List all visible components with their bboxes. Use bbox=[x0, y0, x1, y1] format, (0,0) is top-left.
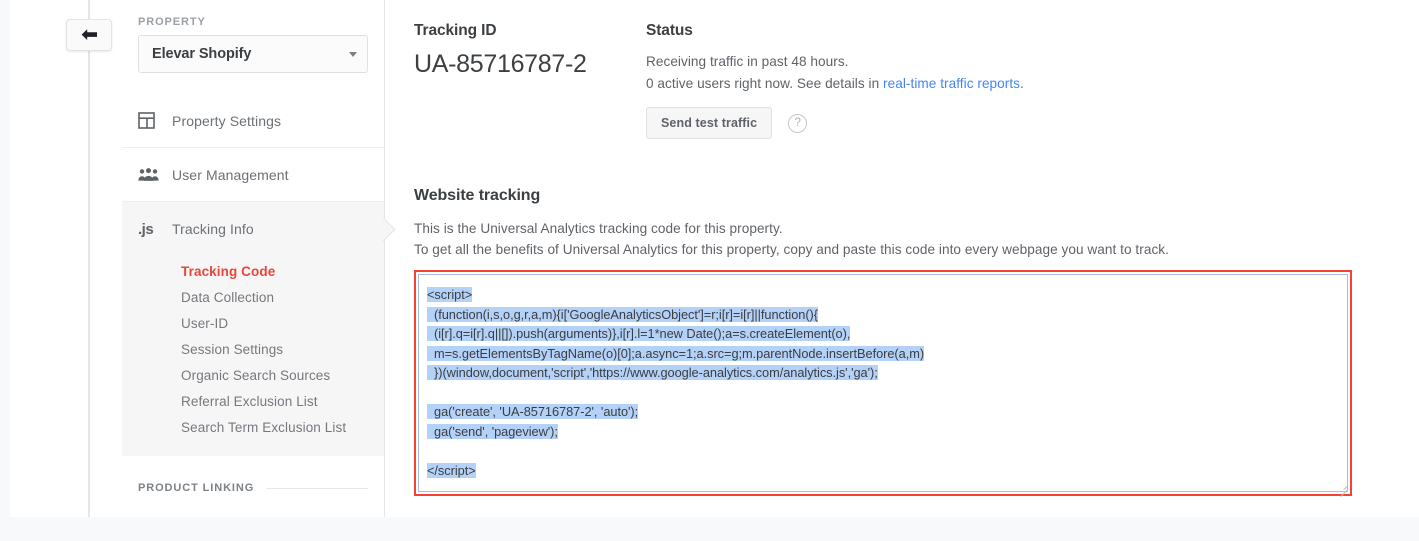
code-line-text: </script> bbox=[427, 462, 476, 478]
sidebar-item-user-management[interactable]: User Management bbox=[122, 148, 384, 202]
sidebar-item-property-settings[interactable]: Property Settings bbox=[122, 94, 384, 148]
status-column: Status Receiving traffic in past 48 hour… bbox=[646, 22, 1419, 139]
status-line-active-users: 0 active users right now. See details in… bbox=[646, 73, 1419, 95]
sidebar-item-label: User Management bbox=[172, 166, 289, 183]
website-tracking-description: This is the Universal Analytics tracking… bbox=[414, 218, 1419, 260]
code-line: ga('send', 'pageview'); bbox=[427, 422, 1335, 442]
divider-line bbox=[266, 487, 368, 489]
js-icon: .js bbox=[138, 220, 154, 238]
sidebar-subnav: Tracking Code Data Collection User-ID Se… bbox=[122, 256, 384, 456]
code-line: m=s.getElementsByTagName(o)[0];a.async=1… bbox=[427, 344, 1335, 364]
tracking-id-column: Tracking ID UA-85716787-2 bbox=[414, 22, 646, 139]
main-content: Tracking ID UA-85716787-2 Status Receivi… bbox=[385, 0, 1419, 517]
code-line: ga('create', 'UA-85716787-2', 'auto'); bbox=[427, 402, 1335, 422]
content-card: PROPERTY Elevar Shopify Property Setting… bbox=[10, 0, 1419, 517]
left-rail-divider bbox=[88, 0, 90, 517]
code-line: (i[r].q=i[r].q||[]).push(arguments)},i[r… bbox=[427, 324, 1335, 344]
sidebar: PROPERTY Elevar Shopify Property Setting… bbox=[122, 0, 385, 517]
code-line-text: })(window,document,'script','https://www… bbox=[427, 365, 878, 380]
status-actions: Send test traffic ? bbox=[646, 107, 1419, 139]
send-test-traffic-button[interactable]: Send test traffic bbox=[646, 107, 773, 139]
back-button[interactable] bbox=[66, 19, 112, 51]
code-line: (function(i,s,o,g,r,a,m){i['GoogleAnalyt… bbox=[427, 305, 1335, 325]
sidebar-subitem-data-collection[interactable]: Data Collection bbox=[122, 284, 384, 310]
sidebar-item-label: Property Settings bbox=[172, 112, 282, 129]
product-linking-group-header: PRODUCT LINKING bbox=[122, 456, 384, 494]
product-linking-label: PRODUCT LINKING bbox=[138, 482, 255, 494]
code-line-text: (i[r].q=i[r].q||[]).push(arguments)},i[r… bbox=[427, 326, 851, 341]
property-section-label: PROPERTY bbox=[138, 16, 206, 28]
code-line: })(window,document,'script','https://www… bbox=[427, 363, 1335, 383]
sidebar-subitem-search-term-exclusion-list[interactable]: Search Term Exclusion List bbox=[122, 414, 384, 440]
property-settings-icon bbox=[138, 112, 172, 129]
property-selector-value: Elevar Shopify bbox=[152, 46, 252, 62]
code-line-text: ga('create', 'UA-85716787-2', 'auto'); bbox=[427, 404, 639, 419]
code-line-text: m=s.getElementsByTagName(o)[0];a.async=1… bbox=[427, 345, 925, 361]
back-arrow-icon bbox=[81, 28, 97, 40]
tracking-id-heading: Tracking ID bbox=[414, 22, 497, 39]
sidebar-item-tracking-info[interactable]: .js Tracking Info bbox=[122, 202, 384, 256]
status-heading: Status bbox=[646, 22, 693, 39]
sidebar-subitem-user-id[interactable]: User-ID bbox=[122, 310, 384, 336]
page-root: PROPERTY Elevar Shopify Property Setting… bbox=[0, 0, 1419, 541]
property-selector[interactable]: Elevar Shopify bbox=[138, 35, 368, 73]
tracking-code-textarea[interactable]: <script> (function(i,s,o,g,r,a,m){i['Goo… bbox=[418, 274, 1348, 492]
status-line-traffic: Receiving traffic in past 48 hours. bbox=[646, 54, 849, 69]
code-line-text: (function(i,s,o,g,r,a,m){i['GoogleAnalyt… bbox=[427, 306, 818, 322]
sidebar-subitem-organic-search-sources[interactable]: Organic Search Sources bbox=[122, 362, 384, 388]
website-tracking-desc-line-2: To get all the benefits of Universal Ana… bbox=[414, 242, 1169, 257]
code-line: <script> bbox=[427, 285, 1335, 305]
summary-row: Tracking ID UA-85716787-2 Status Receivi… bbox=[414, 22, 1419, 139]
code-line: </script> bbox=[427, 461, 1335, 481]
website-tracking-desc-line-1: This is the Universal Analytics tracking… bbox=[414, 221, 783, 236]
sidebar-subitem-tracking-code[interactable]: Tracking Code bbox=[122, 258, 384, 284]
chevron-down-icon bbox=[349, 51, 357, 57]
help-icon[interactable]: ? bbox=[788, 113, 808, 133]
sidebar-subitem-referral-exclusion-list[interactable]: Referral Exclusion List bbox=[122, 388, 384, 414]
status-line-suffix: . bbox=[1020, 76, 1024, 91]
sidebar-nav: Property Settings User Management .js Tr… bbox=[122, 94, 384, 494]
code-line-text: ga('send', 'pageview'); bbox=[427, 423, 558, 439]
resize-handle[interactable] bbox=[1336, 480, 1349, 497]
user-management-icon bbox=[138, 167, 172, 182]
tracking-id-value: UA-85716787-2 bbox=[414, 50, 587, 78]
tracking-code-highlight-box: <script> (function(i,s,o,g,r,a,m){i['Goo… bbox=[414, 270, 1352, 497]
website-tracking-heading: Website tracking bbox=[414, 187, 541, 204]
sidebar-item-label: Tracking Info bbox=[172, 221, 254, 237]
code-line-text: <script> bbox=[427, 287, 473, 302]
sidebar-subitem-session-settings[interactable]: Session Settings bbox=[122, 336, 384, 362]
status-line-prefix: 0 active users right now. See details in bbox=[646, 76, 884, 91]
real-time-traffic-reports-link[interactable]: real-time traffic reports bbox=[883, 76, 1020, 91]
